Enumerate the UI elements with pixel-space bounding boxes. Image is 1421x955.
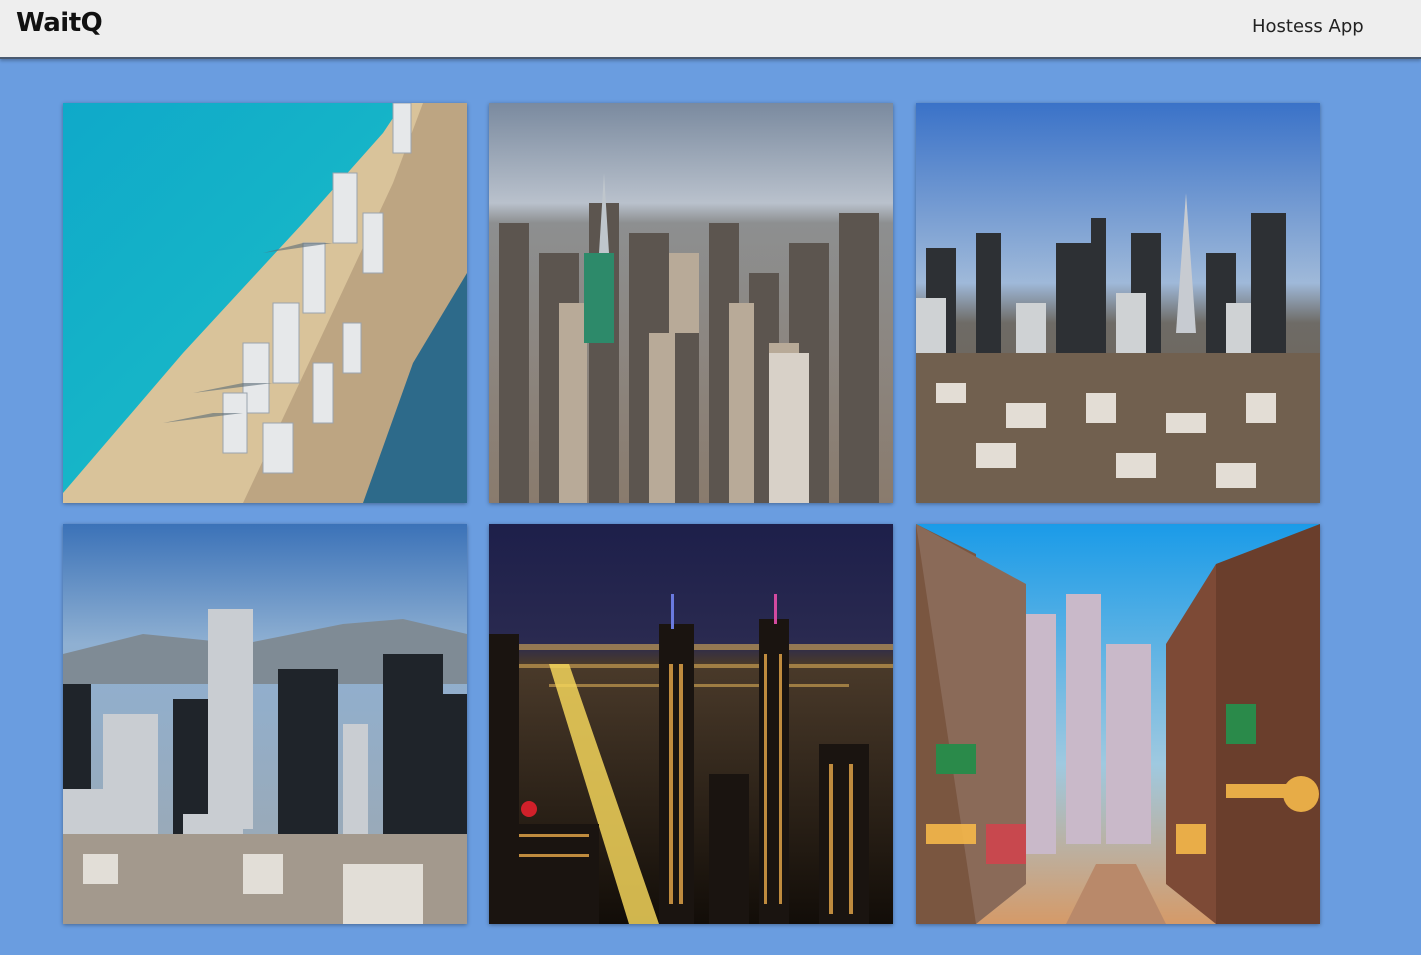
chicago-night-skyline-photo [489,524,893,924]
city-tile-los-angeles[interactable]: los-angeles-downtown-photo [63,524,467,924]
new-orleans-bourbon-street-photo [916,524,1320,924]
miami-beach-aerial-photo [63,103,467,503]
hostess-app-link[interactable]: Hostess App [1252,16,1364,37]
city-tile-new-york[interactable]: new-york-manhattan-aerial-photo [489,103,893,503]
city-tile-miami[interactable]: miami-beach-aerial-photo [63,103,467,503]
city-tile-new-orleans[interactable]: new-orleans-bourbon-street-photo [916,524,1320,924]
brand-logo[interactable]: WaitQ [16,8,103,38]
new-york-manhattan-aerial-photo [489,103,893,503]
top-navbar: WaitQ Hostess App [0,0,1421,59]
los-angeles-downtown-photo [63,524,467,924]
san-francisco-skyline-photo [916,103,1320,503]
city-tile-chicago[interactable]: chicago-night-skyline-photo [489,524,893,924]
city-tile-san-francisco[interactable]: san-francisco-skyline-photo [916,103,1320,503]
